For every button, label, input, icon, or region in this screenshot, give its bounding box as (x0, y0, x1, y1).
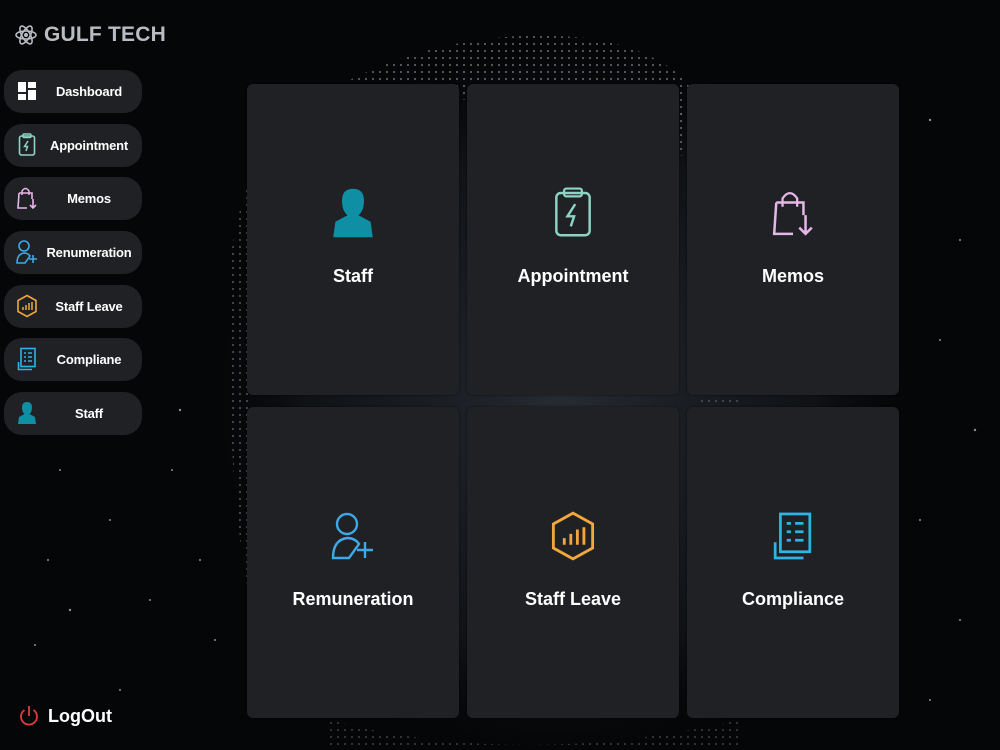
brand-logo[interactable]: GULF TECH (14, 20, 166, 50)
card-staff-leave[interactable]: Staff Leave (467, 407, 679, 718)
card-label: Staff Leave (524, 589, 622, 609)
clipboard-bolt-icon (14, 132, 40, 158)
sidebar-item-label: Staff Leave (55, 298, 123, 314)
sidebar-item-label: Dashboard (55, 84, 123, 99)
logout-button[interactable]: LogOut (18, 702, 112, 730)
power-icon (20, 706, 38, 726)
user-add-icon (14, 239, 40, 265)
card-label: Staff (333, 266, 373, 286)
card-label: Remuneration (292, 589, 414, 609)
card-remuneration[interactable]: Remuneration (247, 407, 459, 718)
sidebar-item-label: Renumeration (46, 245, 132, 261)
sidebar-item-memos[interactable]: Memos (4, 177, 142, 221)
person-icon (14, 400, 40, 426)
sidebar-item-label: Staff (75, 406, 103, 422)
shopping-bag-download-icon (14, 185, 40, 211)
logout-label: LogOut (48, 705, 112, 726)
atom-icon (15, 25, 37, 45)
document-list-icon (761, 501, 825, 571)
sidebar-item-staff-leave[interactable]: Staff Leave (4, 284, 142, 328)
sidebar-item-dashboard[interactable]: Dashboard (4, 70, 142, 113)
card-staff[interactable]: Staff (247, 84, 459, 395)
clipboard-bolt-icon (541, 178, 605, 248)
card-compliance[interactable]: Compliance (687, 407, 899, 718)
document-list-icon (14, 346, 40, 372)
card-memos[interactable]: Memos (687, 84, 899, 395)
sidebar-item-label: Memos (67, 191, 111, 207)
person-icon (321, 178, 385, 248)
sidebar: Dashboard Appointment Memos Renumeration… (4, 70, 142, 446)
sidebar-item-staff[interactable]: Staff (4, 392, 142, 436)
sidebar-item-appointment[interactable]: Appointment (4, 123, 142, 167)
sidebar-item-renumeration[interactable]: Renumeration (4, 231, 142, 275)
sidebar-item-label: Appointment (50, 137, 128, 153)
hexagon-chart-icon (541, 501, 605, 571)
dashboard-grid: Staff Appointment Memos Remuneration Sta… (247, 84, 899, 718)
card-appointment[interactable]: Appointment (467, 84, 679, 395)
hexagon-chart-icon (14, 293, 40, 319)
dashboard-grid-icon (14, 78, 40, 104)
user-add-icon (321, 501, 385, 571)
sidebar-item-compliane[interactable]: Compliane (4, 338, 142, 382)
card-label: Compliance (741, 589, 845, 609)
card-label: Appointment (517, 266, 629, 286)
brand-name: GULF TECH (44, 23, 166, 46)
sidebar-item-label: Compliane (56, 352, 122, 368)
card-label: Memos (761, 266, 824, 286)
shopping-bag-download-icon (761, 178, 825, 248)
